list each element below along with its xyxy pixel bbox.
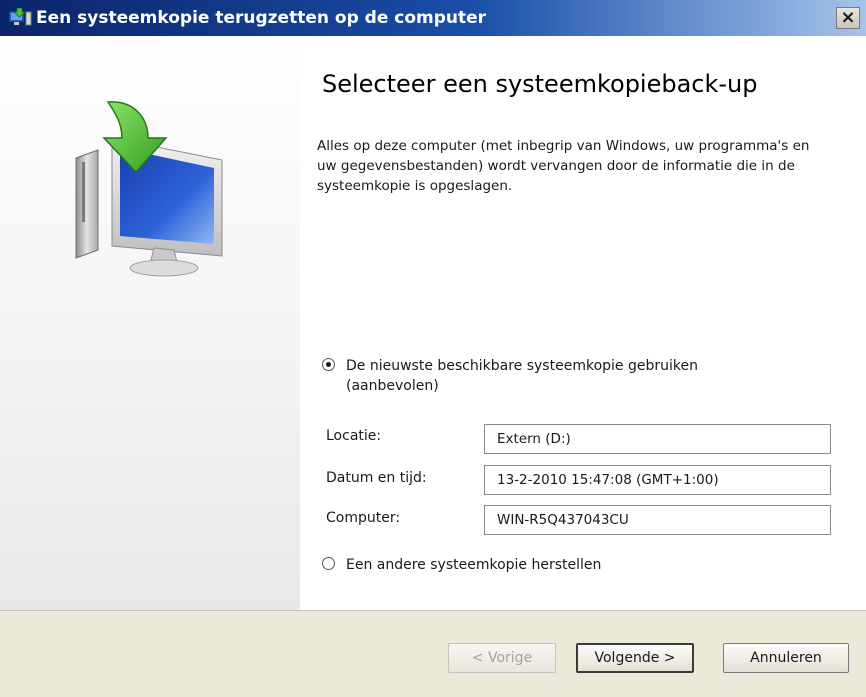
close-icon: × [840,7,856,28]
datetime-label: Datum en tijd: [326,470,427,486]
radio-latest-label-line2: (aanbevolen) [346,378,439,394]
wizard-side-panel [0,36,300,610]
radio-unselected-icon[interactable] [322,557,335,570]
restore-wizard-window: Een systeemkopie terugzetten op de compu… [0,0,866,697]
next-button[interactable]: Volgende > [576,643,694,673]
radio-other-image[interactable]: Een andere systeemkopie herstellen [322,555,682,577]
computer-field: WIN-R5Q437043CU [484,505,831,535]
radio-other-label: Een andere systeemkopie herstellen [346,557,602,573]
window-title: Een systeemkopie terugzetten op de compu… [36,8,487,28]
restore-icon [8,7,32,28]
close-button[interactable]: × [836,7,860,29]
previous-button[interactable]: < Vorige [448,643,556,673]
radio-latest-image[interactable]: De nieuwste beschikbare systeemkopie geb… [322,356,802,398]
radio-latest-label-line1: De nieuwste beschikbare systeemkopie geb… [346,358,698,374]
description-text: Alles op deze computer (met inbegrip van… [317,138,810,194]
page-heading: Selecteer een systeemkopieback-up [322,70,758,98]
radio-selected-icon[interactable] [322,358,335,371]
monitor-with-green-arrow-icon [62,98,242,278]
cancel-button[interactable]: Annuleren [723,643,849,673]
title-bar: Een systeemkopie terugzetten op de compu… [0,0,866,36]
datetime-field: 13-2-2010 15:47:08 (GMT+1:00) [484,465,831,495]
computer-label: Computer: [326,510,401,526]
location-field: Extern (D:) [484,424,831,454]
location-label: Locatie: [326,428,382,444]
